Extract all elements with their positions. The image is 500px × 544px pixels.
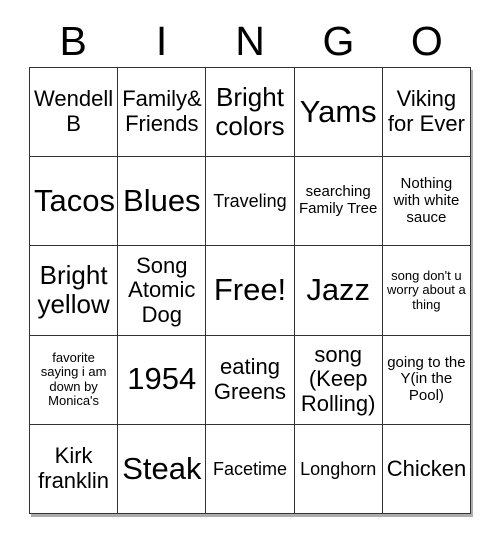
bingo-header-letter-i: I <box>155 18 168 64</box>
bingo-cell[interactable]: Viking for Ever <box>382 68 471 158</box>
bingo-cell[interactable]: Blues <box>118 157 207 247</box>
bingo-cell-label: Family& Friends <box>122 86 202 137</box>
bingo-cell-label: song (Keep Rolling) <box>300 341 376 416</box>
bingo-cell-label: Traveling <box>213 191 287 212</box>
bingo-cell[interactable]: Wendell B <box>30 68 119 158</box>
bingo-cell[interactable]: searching Family Tree <box>294 157 383 247</box>
bingo-cell-label: Jazz <box>306 272 371 308</box>
bingo-cell[interactable]: song (Keep Rolling) <box>294 335 383 425</box>
bingo-cell[interactable]: favorite saying i am down by Monica's <box>30 335 119 425</box>
bingo-cell[interactable]: Longhorn <box>294 424 383 514</box>
bingo-cell-label: 1954 <box>127 361 197 397</box>
bingo-cell-label: Facetime <box>212 458 287 479</box>
bingo-cell[interactable]: Yams <box>294 68 383 158</box>
bingo-grid: Wendell B Family& Friends Bright colors Yam… <box>29 67 471 514</box>
bingo-cell-label: Nothing with white sauce <box>393 175 460 226</box>
bingo-cell[interactable]: Facetime <box>206 424 295 514</box>
bingo-cell[interactable]: eating Greens <box>206 335 295 425</box>
bingo-cell-label: Yams <box>299 93 377 129</box>
bingo-cell[interactable]: going to the Y(in the Pool) <box>382 335 471 425</box>
bingo-cell[interactable]: Steak <box>118 424 207 514</box>
bingo-header-letter-b: B <box>59 18 87 64</box>
bingo-cell[interactable]: Bright yellow <box>30 246 119 336</box>
bingo-header-letter-n: N <box>235 18 265 64</box>
bingo-cell-label: Kirk franklin <box>38 443 110 493</box>
bingo-cell[interactable]: Jazz <box>294 246 383 336</box>
bingo-cell-label: favorite saying i am down by Monica's <box>40 349 107 409</box>
bingo-cell-label: eating Greens <box>213 354 287 404</box>
bingo-cell-label: Chicken <box>386 455 467 481</box>
bingo-header-letter-o: O <box>410 18 443 64</box>
bingo-cell[interactable]: song don't u worry about a thing <box>382 246 471 336</box>
bingo-cell-label: Song Atomic Dog <box>128 252 196 327</box>
bingo-cell-label: Free! <box>213 272 287 308</box>
bingo-cell-free[interactable]: Free! <box>206 246 295 336</box>
bingo-cell[interactable]: Chicken <box>382 424 471 514</box>
bingo-cell[interactable]: 1954 <box>118 335 207 425</box>
bingo-cell[interactable]: Family& Friends <box>118 68 207 158</box>
bingo-cell-label: Longhorn <box>300 458 377 479</box>
bingo-cell-label: Tacos <box>34 182 115 218</box>
bingo-cell[interactable]: Tacos <box>30 157 119 247</box>
bingo-cell-label: Bright colors <box>215 81 285 142</box>
bingo-cell-label: Viking for Ever <box>387 86 465 137</box>
bingo-cell-label: going to the Y(in the Pool) <box>387 353 466 405</box>
bingo-cell-label: song don't u worry about a thing <box>387 267 466 312</box>
bingo-cell[interactable]: Traveling <box>206 157 295 247</box>
bingo-cell-label: Steak <box>122 450 202 486</box>
bingo-card: B I N G O Wendell B Family& Friends Bright… <box>0 0 500 544</box>
bingo-cell-label: Blues <box>123 182 201 218</box>
bingo-header-row: B I N G O <box>29 16 471 67</box>
bingo-cell-label: Wendell B <box>34 86 114 137</box>
bingo-cell[interactable]: Bright colors <box>206 68 295 158</box>
bingo-cell[interactable]: Nothing with white sauce <box>382 157 471 247</box>
bingo-cell-label: Bright yellow <box>37 260 110 320</box>
bingo-cell[interactable]: Song Atomic Dog <box>118 246 207 336</box>
bingo-cell-label: searching Family Tree <box>299 183 378 218</box>
bingo-cell[interactable]: Kirk franklin <box>30 424 119 514</box>
bingo-header-letter-g: G <box>322 18 355 64</box>
